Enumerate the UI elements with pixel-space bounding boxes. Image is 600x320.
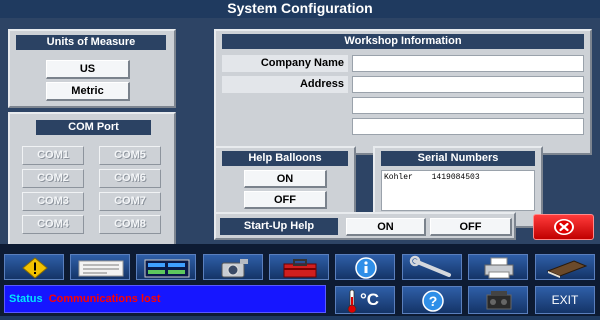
config-area: Units of Measure US Metric COM Port COM1… — [0, 18, 600, 252]
page-title: System Configuration — [0, 0, 600, 18]
warning-button[interactable] — [4, 254, 64, 280]
address-field-1[interactable] — [352, 76, 584, 93]
camera-button[interactable] — [203, 254, 263, 280]
info-button[interactable] — [335, 254, 395, 280]
engine-icon — [486, 291, 512, 310]
toolbar: Status Communications lost °C ? EXIT — [0, 244, 600, 316]
help-icon: ? — [422, 290, 444, 312]
com6-button[interactable]: COM6 — [99, 169, 161, 188]
com7-button[interactable]: COM7 — [99, 192, 161, 211]
startup-help-on-button[interactable]: ON — [346, 218, 426, 236]
com3-button[interactable]: COM3 — [22, 192, 84, 211]
serial-entry-name: Kohler — [384, 173, 413, 182]
address-field-3[interactable] — [352, 118, 584, 135]
close-button[interactable] — [533, 214, 594, 240]
units-us-button[interactable]: US — [46, 60, 130, 79]
company-name-label: Company Name — [222, 55, 348, 72]
startup-help-off-button[interactable]: OFF — [430, 218, 512, 236]
com4-button[interactable]: COM4 — [22, 215, 84, 234]
document-icon — [78, 260, 124, 277]
document-button[interactable] — [70, 254, 130, 280]
startup-help-panel: Start-Up Help ON OFF — [214, 212, 516, 240]
svg-text:?: ? — [429, 293, 438, 309]
toolbox-button[interactable] — [269, 254, 329, 280]
workshop-panel: Workshop Information Company Name Addres… — [214, 29, 592, 155]
help-button[interactable]: ? — [402, 286, 462, 314]
serial-numbers-list: Kohler 1419084503 — [381, 170, 535, 211]
book-icon — [546, 260, 588, 278]
startup-help-label: Start-Up Help — [220, 218, 338, 235]
address-label: Address — [222, 76, 348, 93]
book-button[interactable] — [535, 254, 595, 280]
printer-button[interactable] — [468, 254, 528, 280]
warning-icon — [22, 257, 48, 279]
com-port-panel: COM Port COM1 COM2 COM3 COM4 COM5 COM6 C… — [8, 112, 176, 252]
temperature-button[interactable]: °C — [335, 286, 395, 314]
camera-icon — [221, 259, 248, 278]
com1-button[interactable]: COM1 — [22, 146, 84, 165]
units-heading: Units of Measure — [16, 35, 166, 50]
units-panel: Units of Measure US Metric — [8, 29, 176, 108]
status-bar: Status Communications lost — [4, 285, 326, 313]
address-field-2[interactable] — [352, 97, 584, 114]
thermometer-celsius-icon — [347, 289, 357, 314]
printer-icon — [484, 257, 514, 279]
data-display-button[interactable] — [136, 254, 196, 280]
status-label: Status — [9, 293, 43, 305]
company-name-field[interactable] — [352, 55, 584, 72]
com2-button[interactable]: COM2 — [22, 169, 84, 188]
status-message: Communications lost — [48, 293, 161, 305]
workshop-heading: Workshop Information — [222, 34, 584, 49]
serial-entry-number: 1419084503 — [431, 173, 480, 182]
exit-label: EXIT — [551, 293, 579, 307]
info-icon — [355, 257, 377, 279]
wrench-icon — [409, 255, 451, 277]
wrench-button[interactable] — [402, 254, 462, 280]
close-icon — [554, 219, 574, 235]
toolbox-icon — [283, 259, 317, 278]
help-balloons-on-button[interactable]: ON — [244, 170, 327, 188]
com5-button[interactable]: COM5 — [99, 146, 161, 165]
com-port-heading: COM Port — [36, 120, 151, 135]
serial-numbers-heading: Serial Numbers — [381, 151, 535, 166]
com8-button[interactable]: COM8 — [99, 215, 161, 234]
engine-button[interactable] — [468, 286, 528, 314]
help-balloons-heading: Help Balloons — [222, 151, 348, 166]
temperature-unit-label: °C — [360, 290, 380, 309]
data-display-icon — [144, 259, 190, 278]
units-metric-button[interactable]: Metric — [46, 82, 130, 101]
help-balloons-off-button[interactable]: OFF — [244, 191, 327, 209]
exit-button[interactable]: EXIT — [535, 286, 595, 314]
